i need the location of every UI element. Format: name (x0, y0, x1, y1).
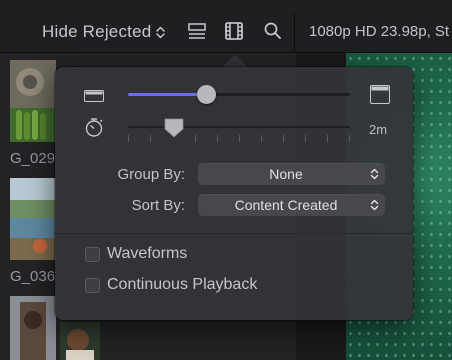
browser-toolbar: Hide Rejected 1080p HD 23.98p, St (0, 0, 452, 53)
waveforms-label: Waveforms (107, 245, 188, 262)
duration-tick (239, 135, 240, 142)
clip-name: G_029 (10, 150, 56, 167)
up-down-chevron-icon (370, 167, 379, 181)
clip-thumbnail-4[interactable] (60, 322, 100, 360)
duration-tick (195, 135, 196, 142)
duration-tick (283, 135, 284, 142)
clip-height-fill (128, 93, 206, 96)
toolbar-divider (294, 12, 295, 52)
duration-tick (150, 135, 151, 142)
zoom-duration-value: 2m (369, 122, 388, 137)
filter-popup-button[interactable]: Hide Rejected (42, 22, 166, 42)
group-by-select[interactable]: None (198, 163, 385, 185)
up-down-chevron-icon (370, 198, 379, 212)
filter-label: Hide Rejected (42, 22, 152, 41)
clip-height-slider[interactable] (128, 85, 350, 104)
duration-tick (349, 135, 350, 142)
duration-tick (261, 135, 262, 142)
group-by-label: Group By: (117, 166, 185, 183)
group-by-value: None (269, 166, 303, 182)
up-down-chevron-icon (155, 25, 166, 40)
continuous-playback-label: Continuous Playback (107, 276, 258, 293)
duration-tick (327, 135, 328, 142)
sort-by-value: Content Created (234, 197, 338, 213)
popover-separator (55, 233, 413, 234)
clip-thumbnail-1[interactable] (10, 60, 56, 142)
small-clip-height-icon (84, 89, 104, 102)
zoom-duration-slider[interactable] (128, 126, 350, 128)
clip-thumbnail-2[interactable] (10, 178, 56, 260)
sort-by-label: Sort By: (131, 197, 185, 214)
waveforms-checkbox-row[interactable]: Waveforms (85, 245, 187, 263)
duration-tick (128, 135, 129, 142)
continuous-playback-checkbox-row[interactable]: Continuous Playback (85, 276, 257, 294)
large-clip-height-icon (370, 85, 390, 104)
project-format-label: 1080p HD 23.98p, St (309, 23, 450, 40)
stopwatch-icon (83, 116, 105, 138)
clip-name: G_036 (10, 268, 56, 285)
clip-appearance-icon[interactable] (184, 18, 210, 44)
duration-tick (305, 135, 306, 142)
filmstrip-icon[interactable] (221, 18, 247, 44)
continuous-playback-checkbox[interactable] (85, 277, 100, 293)
zoom-duration-knob[interactable] (163, 118, 185, 138)
clip-thumbnail-3[interactable] (10, 296, 56, 360)
sort-by-select[interactable]: Content Created (198, 194, 385, 216)
clip-height-knob[interactable] (197, 85, 216, 104)
waveforms-checkbox[interactable] (85, 246, 100, 262)
duration-tick (217, 135, 218, 142)
search-icon[interactable] (260, 18, 286, 44)
